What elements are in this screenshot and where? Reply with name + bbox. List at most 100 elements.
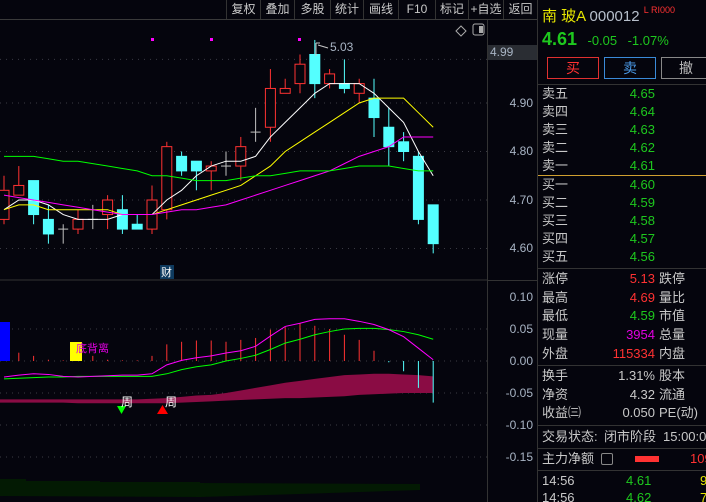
row-label: 买四	[542, 231, 569, 246]
row-value: 5.13	[629, 271, 655, 286]
candle-body	[353, 83, 365, 94]
quote-panel: 南 玻A 000012 L RI000 4.61 -0.05 -1.07% 买 …	[537, 0, 706, 502]
main-flow-bar	[635, 456, 659, 462]
row-label: 最低	[542, 308, 569, 324]
row-value: 115334	[612, 345, 655, 361]
candle[interactable]	[338, 59, 350, 94]
candle[interactable]	[412, 151, 424, 225]
candle-body	[294, 63, 306, 85]
row-value: 4.65	[629, 86, 655, 101]
diamond-icon[interactable]	[455, 25, 467, 37]
row-value: 4.64	[629, 104, 655, 119]
stat-row: 收益㈢ 0.050 PE(动)	[538, 404, 706, 422]
stat-row: 外盘 115334 内盘	[538, 345, 706, 363]
axis-tick: 4.60	[509, 241, 533, 255]
candle[interactable]	[13, 166, 25, 196]
row-label-2: 量比	[659, 289, 686, 305]
candle-body	[264, 87, 276, 128]
row-label: 卖三	[542, 122, 569, 137]
candle[interactable]	[221, 151, 231, 176]
sell-button[interactable]: 卖	[604, 57, 656, 79]
tick-row: 14:56 4.61 9	[538, 472, 706, 490]
candle-body	[42, 218, 54, 235]
cancel-order-button[interactable]: 撤	[661, 57, 706, 79]
divergence-label: 底背离	[76, 341, 109, 355]
row-label-2: 股本	[659, 368, 686, 383]
high-price-label: 5.03	[330, 40, 354, 54]
candle[interactable]	[161, 141, 173, 220]
candle[interactable]	[42, 204, 54, 244]
row-value: 3954	[626, 327, 655, 343]
candle[interactable]	[309, 39, 321, 99]
macd-axis-tick: 0.10	[509, 290, 533, 304]
candle[interactable]	[353, 78, 365, 103]
candle[interactable]	[383, 107, 395, 167]
ask-row: 卖五 4.65	[538, 85, 706, 103]
row-label: 卖二	[542, 140, 569, 155]
candle[interactable]	[0, 175, 10, 225]
candle[interactable]	[250, 107, 261, 142]
candle[interactable]	[58, 224, 69, 244]
kline-chart[interactable]: 5.03 财 底背离 周 周	[0, 0, 487, 502]
candle[interactable]	[294, 54, 306, 94]
trade-status-time: 15:00:0	[663, 429, 706, 444]
buy-button[interactable]: 买	[547, 57, 599, 79]
row-value: 4.63	[629, 122, 655, 137]
candle[interactable]	[368, 78, 380, 137]
row-value: 4.59	[629, 308, 655, 324]
candle-body	[235, 146, 247, 167]
row-label: 卖五	[542, 86, 569, 101]
candle-body	[398, 141, 410, 153]
candle[interactable]	[87, 204, 98, 230]
candle[interactable]	[146, 185, 158, 234]
row-label-2: 总量	[659, 327, 686, 343]
row-label-2: 市值	[659, 308, 686, 324]
finance-marker-label: 财	[161, 265, 172, 279]
current-price-axis-label: 4.99	[490, 45, 514, 59]
macd-dif-line	[3, 318, 434, 378]
row-label: 买三	[542, 213, 569, 228]
week-label-down: 周	[121, 395, 133, 409]
bid-row: 买四 4.57	[538, 230, 706, 248]
candle[interactable]	[28, 180, 40, 225]
row-label: 外盘	[542, 345, 569, 361]
row-label-2: PE(动)	[659, 405, 699, 421]
macd-dea-line	[3, 327, 434, 380]
candle[interactable]	[279, 78, 291, 94]
trade-status-row: 交易状态: 闭市阶段 15:00:0	[538, 428, 706, 446]
candle-body	[72, 218, 84, 230]
row-value: 4.69	[629, 289, 655, 305]
candle[interactable]	[72, 209, 84, 234]
macd-axis-tick: 0.00	[509, 354, 533, 368]
last-price: 4.61	[542, 29, 578, 49]
macd-axis-tick: -0.10	[505, 418, 533, 432]
candle-body	[412, 155, 424, 220]
signal-dot	[151, 38, 154, 41]
ask-row: 卖四 4.64	[538, 103, 706, 121]
tick-volume: 9	[700, 472, 706, 490]
candle[interactable]	[131, 214, 143, 230]
ask-row: 卖三 4.63	[538, 121, 706, 139]
week-label-up: 周	[165, 395, 177, 409]
tick-time: 14:56	[542, 473, 575, 488]
candle[interactable]	[235, 136, 247, 181]
list-icon[interactable]	[601, 453, 613, 465]
price-axis: 4.99 4.90 4.80 4.70 4.60 0.10 0.05 0.00 …	[487, 20, 537, 502]
toolbar-back-button[interactable]: 返回	[503, 0, 537, 19]
tick-time: 14:56	[542, 490, 575, 502]
signal-dot	[210, 38, 213, 41]
candle[interactable]	[427, 204, 439, 254]
macd-axis-tick: -0.05	[505, 386, 533, 400]
candle-body	[279, 87, 291, 94]
moving-average-line	[4, 155, 434, 182]
candle-body	[190, 160, 202, 172]
bid-row: 买二 4.59	[538, 194, 706, 212]
row-label: 净资	[542, 386, 569, 402]
main-flow-value: 109	[690, 451, 706, 466]
tick-price: 4.61	[626, 473, 652, 488]
row-label: 买二	[542, 195, 569, 210]
stat-row: 涨停 5.13 跌停	[538, 270, 706, 288]
candle-body	[368, 97, 380, 119]
candle[interactable]	[264, 69, 276, 142]
candle[interactable]	[176, 151, 188, 176]
